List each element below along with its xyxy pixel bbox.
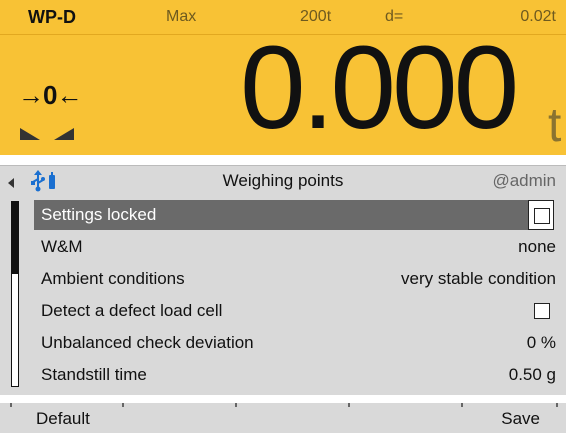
softkey-divider (235, 403, 237, 407)
list-item-wm[interactable]: W&M none (34, 232, 566, 262)
softkey-bar: Default Save (0, 403, 566, 433)
save-button[interactable]: Save (501, 409, 540, 429)
settings-list: Settings locked W&M none Ambient conditi… (0, 195, 566, 395)
softkey-divider (348, 403, 350, 407)
list-item-label: Unbalanced check deviation (41, 333, 254, 352)
scrollbar-thumb[interactable] (12, 202, 18, 274)
list-item-label: W&M (41, 237, 83, 256)
list-item-label: Ambient conditions (41, 269, 185, 288)
softkey-divider (10, 403, 12, 407)
weight-display: WP-D Max 200t d= 0.02t →0← 0.000 t (0, 0, 566, 155)
weight-value: 0.000 (240, 22, 519, 154)
scrollbar[interactable] (11, 201, 19, 387)
menu-titlebar: Weighing points @admin (0, 165, 566, 196)
softkey-divider (122, 403, 124, 407)
detect-defect-checkbox[interactable] (534, 303, 550, 319)
user-label: @admin (492, 171, 556, 190)
division-value: 0.02t (520, 8, 556, 25)
list-item-unbalanced-check-deviation[interactable]: Unbalanced check deviation 0 % (34, 328, 566, 358)
list-item-standstill-time[interactable]: Standstill time 0.50 g (34, 360, 566, 390)
model-label: WP-D (28, 7, 76, 27)
list-item-value: very stable condition (401, 269, 556, 288)
list-item-value: none (518, 237, 556, 256)
zero-indicator-icon: →0← (18, 80, 82, 110)
softkey-divider (556, 403, 558, 407)
standstill-icon (20, 128, 74, 140)
softkey-divider (461, 403, 463, 407)
max-label: Max (166, 8, 197, 25)
list-item-value: 0 % (526, 333, 556, 352)
weight-unit: t (548, 99, 562, 152)
settings-locked-checkbox-frame[interactable] (528, 200, 554, 230)
list-item-label: Standstill time (41, 365, 147, 384)
list-item-settings-locked[interactable]: Settings locked (34, 200, 548, 230)
default-button[interactable]: Default (36, 409, 90, 429)
page-title: Weighing points (222, 171, 344, 190)
list-item-ambient-conditions[interactable]: Ambient conditions very stable condition (34, 264, 566, 294)
list-item-label: Detect a defect load cell (41, 301, 223, 320)
settings-locked-checkbox[interactable] (534, 208, 550, 224)
list-item-detect-defect-load-cell[interactable]: Detect a defect load cell (34, 296, 566, 326)
list-item-value: 0.50 g (508, 365, 556, 384)
list-item-label: Settings locked (41, 205, 157, 224)
